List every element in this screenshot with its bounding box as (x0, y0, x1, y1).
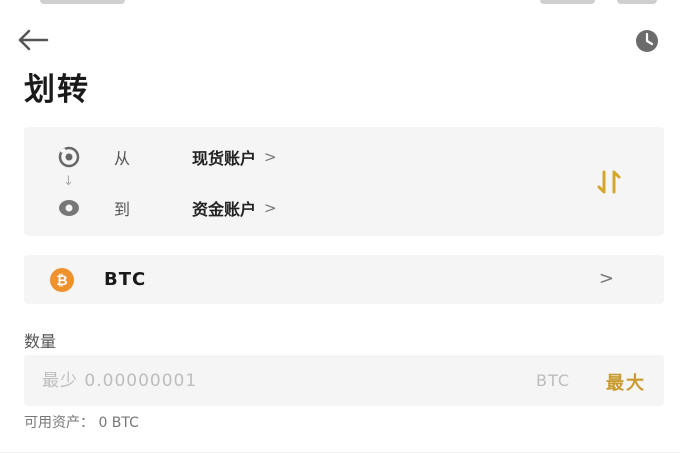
funding-account-icon (59, 200, 79, 216)
transfer-account-card: 从 现货账户 > ↓ 到 资金账户 > (24, 127, 664, 236)
to-label: 到 (114, 200, 131, 219)
arrow-down-icon: ↓ (63, 174, 74, 189)
arrow-left-icon (18, 29, 49, 51)
svg-text:₿: ₿ (56, 273, 67, 289)
clock-icon (636, 30, 658, 52)
spot-account-icon (58, 146, 80, 168)
back-button[interactable] (16, 26, 50, 54)
coin-selector[interactable]: ₿ BTC > (24, 255, 664, 304)
amount-input[interactable] (42, 369, 442, 393)
swap-icon (597, 170, 621, 194)
chevron-right-icon: > (598, 268, 614, 289)
chevron-right-icon: > (264, 148, 277, 166)
status-bar-fragment (540, 0, 595, 4)
to-account-name: 资金账户 (192, 200, 257, 219)
swap-accounts-button[interactable] (594, 167, 624, 197)
amount-unit: BTC (536, 371, 570, 390)
from-account-row[interactable]: 从 现货账户 > (24, 143, 664, 171)
transfer-history-button[interactable] (634, 28, 660, 54)
from-account-name: 现货账户 (192, 149, 257, 168)
coin-name: BTC (104, 269, 147, 290)
max-button[interactable]: 最大 (606, 369, 646, 395)
status-bar-fragment (617, 0, 657, 4)
to-account-row[interactable]: 到 资金账户 > (24, 194, 664, 222)
page-title: 划转 (24, 72, 90, 108)
amount-label: 数量 (24, 332, 57, 351)
status-bar-fragment (40, 0, 125, 4)
from-label: 从 (114, 149, 131, 168)
available-balance: 可用资产： 0 BTC (24, 415, 139, 431)
bitcoin-icon: ₿ (50, 268, 74, 292)
amount-field: BTC 最大 (24, 355, 664, 406)
chevron-right-icon: > (264, 199, 277, 217)
